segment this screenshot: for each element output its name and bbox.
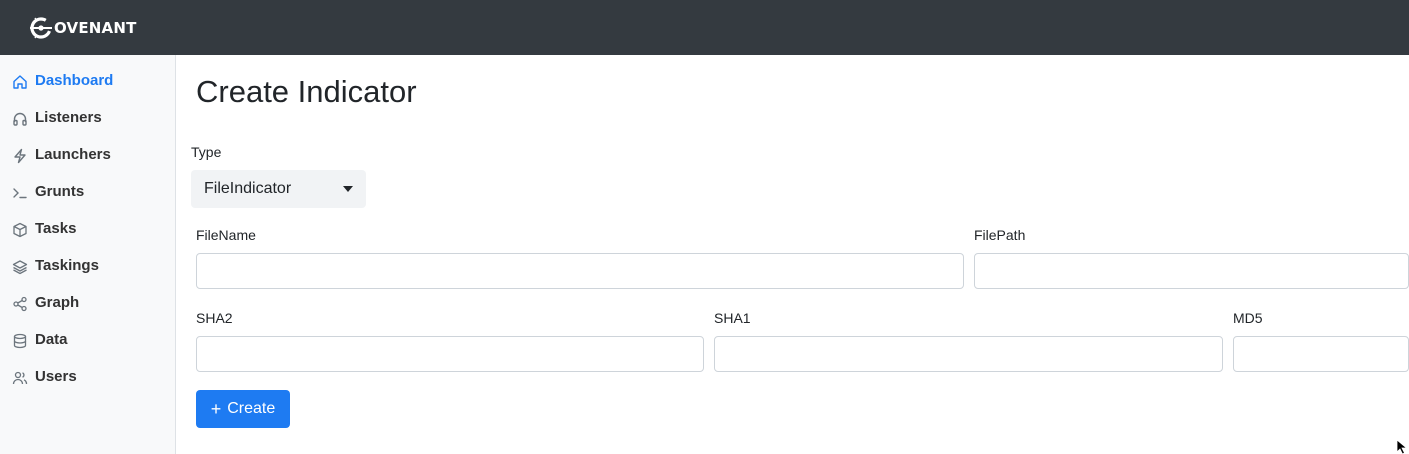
filepath-input[interactable] [974,253,1409,289]
database-icon [12,333,28,349]
headphones-icon [12,111,28,127]
create-button[interactable]: + Create [196,390,290,428]
main-content: Create Indicator Type FileIndicator File… [176,55,1409,454]
create-button-label: Create [227,400,276,417]
sidebar-item-launchers[interactable]: Launchers [0,137,175,174]
users-icon [12,370,28,386]
sidebar-item-label: Graph [35,294,80,311]
mouse-cursor-icon [1396,440,1408,454]
sidebar-item-grunts[interactable]: Grunts [0,174,175,211]
sidebar-item-label: Dashboard [35,72,114,89]
sidebar: Dashboard Listeners Launchers Grunts Tas… [0,55,176,454]
home-icon [12,74,28,90]
md5-label: MD5 [1233,310,1263,326]
share-icon [12,296,28,312]
caret-down-icon [343,186,353,192]
sidebar-item-data[interactable]: Data [0,322,175,359]
type-label: Type [191,144,222,160]
sha1-label: SHA1 [714,310,751,326]
terminal-icon [12,185,28,201]
covenant-logo[interactable]: OVENANT [26,12,137,44]
sidebar-item-label: Launchers [35,146,111,163]
sha1-input[interactable] [714,336,1223,372]
page-title: Create Indicator [196,74,417,109]
sha2-label: SHA2 [196,310,233,326]
sidebar-item-label: Grunts [35,183,85,200]
filename-label: FileName [196,227,256,243]
type-select[interactable]: FileIndicator [191,170,366,208]
plus-icon: + [210,399,222,419]
logo-text: OVENANT [54,19,137,37]
sidebar-item-label: Listeners [35,109,102,126]
sidebar-item-label: Tasks [35,220,77,237]
sidebar-item-users[interactable]: Users [0,359,175,396]
sidebar-item-dashboard[interactable]: Dashboard [0,63,175,100]
sidebar-item-label: Data [35,331,68,348]
sidebar-item-tasks[interactable]: Tasks [0,211,175,248]
top-navbar: OVENANT [0,0,1409,55]
filename-input[interactable] [196,253,964,289]
sidebar-item-graph[interactable]: Graph [0,285,175,322]
md5-input[interactable] [1233,336,1409,372]
sidebar-item-label: Taskings [35,257,99,274]
box-icon [12,222,28,238]
sidebar-item-taskings[interactable]: Taskings [0,248,175,285]
lightning-icon [12,148,28,164]
sidebar-item-label: Users [35,368,77,385]
layers-icon [12,259,28,275]
type-select-value: FileIndicator [204,180,292,197]
sidebar-item-listeners[interactable]: Listeners [0,100,175,137]
sha2-input[interactable] [196,336,704,372]
filepath-label: FilePath [974,227,1026,243]
